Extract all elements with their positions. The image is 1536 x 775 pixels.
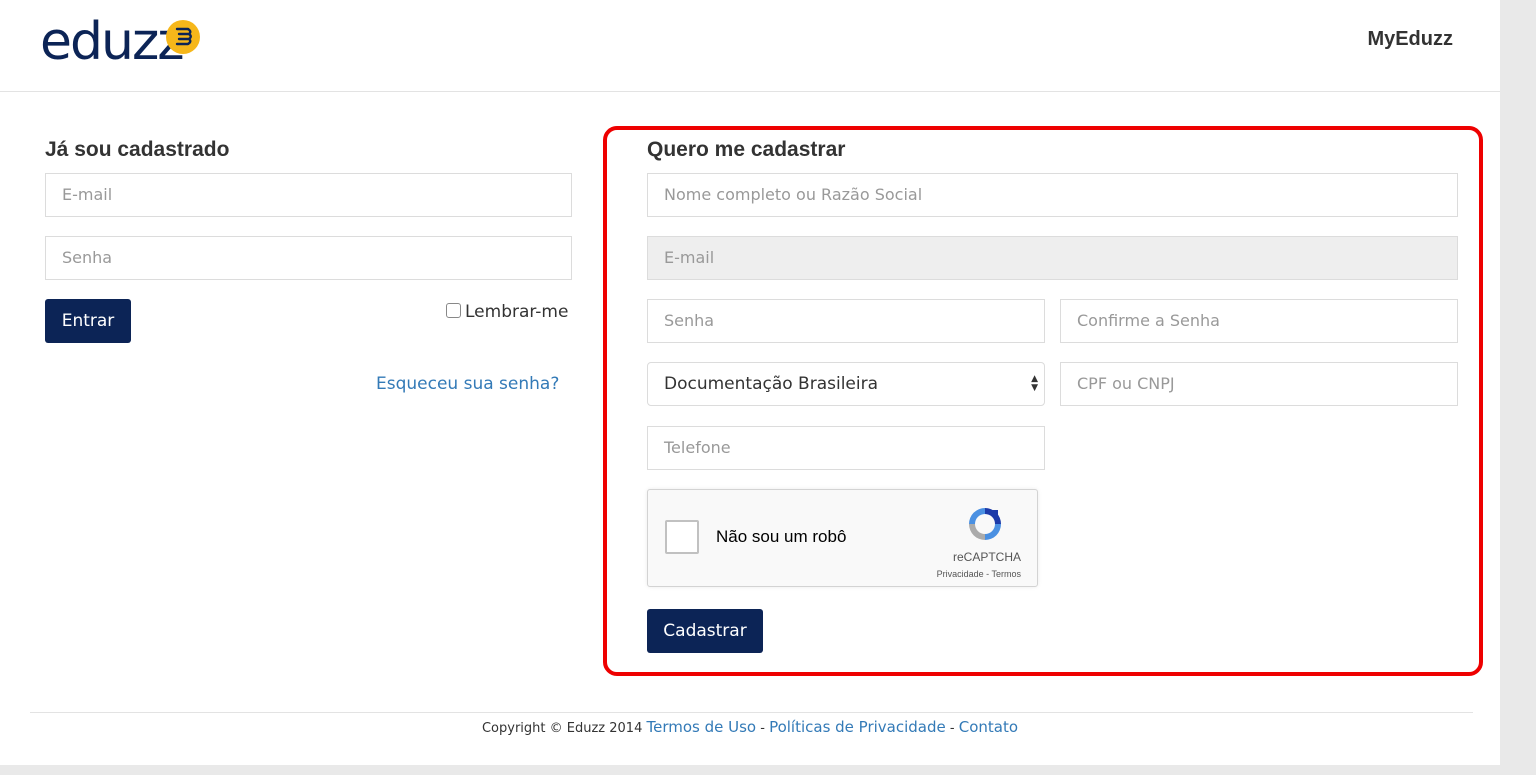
- footer-separator: -: [945, 721, 959, 736]
- login-title: Já sou cadastrado: [45, 138, 230, 161]
- logo-badge-icon: [166, 20, 200, 54]
- footer-contact-link[interactable]: Contato: [959, 718, 1018, 736]
- eduzz-logo[interactable]: eduzz: [40, 12, 210, 80]
- register-name-input[interactable]: Nome completo ou Razão Social: [647, 173, 1458, 217]
- footer-copyright: Copyright © Eduzz 2014: [481, 721, 643, 736]
- remember-label: Lembrar-me: [465, 302, 569, 322]
- page: eduzz MyEduzz Já sou cadastrado E-mail S…: [0, 0, 1500, 765]
- document-type-value: Documentação Brasileira: [664, 374, 879, 394]
- recaptcha-label: Não sou um robô: [716, 527, 847, 546]
- footer-divider: [30, 712, 1473, 713]
- header: eduzz MyEduzz: [0, 0, 1500, 92]
- forgot-password-link[interactable]: Esqueceu sua senha?: [376, 374, 559, 394]
- login-email-input[interactable]: E-mail: [45, 173, 572, 217]
- register-title: Quero me cadastrar: [647, 138, 846, 161]
- footer-terms-link[interactable]: Termos de Uso: [646, 718, 756, 736]
- document-number-input[interactable]: CPF ou CNPJ: [1060, 362, 1458, 406]
- register-confirm-password-input[interactable]: Confirme a Senha: [1060, 299, 1458, 343]
- footer-privacy-link[interactable]: Políticas de Privacidade: [769, 718, 946, 736]
- register-submit-button[interactable]: Cadastrar: [647, 609, 763, 653]
- footer: Copyright © Eduzz 2014 Termos de Uso - P…: [0, 718, 1500, 736]
- register-phone-input[interactable]: Telefone: [647, 426, 1045, 470]
- recaptcha-terms-link[interactable]: Termos: [991, 569, 1021, 579]
- myeduzz-link[interactable]: MyEduzz: [1367, 28, 1453, 51]
- recaptcha-brand: reCAPTCHA: [952, 550, 1021, 564]
- select-arrows-icon: ▲ ▼: [1031, 374, 1038, 393]
- login-password-input[interactable]: Senha: [45, 236, 572, 280]
- recaptcha-checkbox[interactable]: [665, 520, 699, 554]
- footer-separator: -: [756, 721, 770, 736]
- recaptcha-privacy-link[interactable]: Privacidade: [937, 569, 984, 579]
- document-type-select[interactable]: Documentação Brasileira ▲ ▼: [647, 362, 1045, 406]
- login-submit-button[interactable]: Entrar: [45, 299, 131, 343]
- register-password-input[interactable]: Senha: [647, 299, 1045, 343]
- register-email-input[interactable]: E-mail: [647, 236, 1458, 280]
- recaptcha-widget: Não sou um robô reCAPTCHA Privacidade - …: [647, 489, 1038, 587]
- recaptcha-links: Privacidade - Termos: [937, 569, 1021, 579]
- remember-checkbox[interactable]: [446, 303, 461, 318]
- logo-text: eduzz: [40, 12, 185, 72]
- remember-me[interactable]: Lembrar-me: [446, 302, 568, 322]
- recaptcha-logo-icon: [964, 504, 1006, 544]
